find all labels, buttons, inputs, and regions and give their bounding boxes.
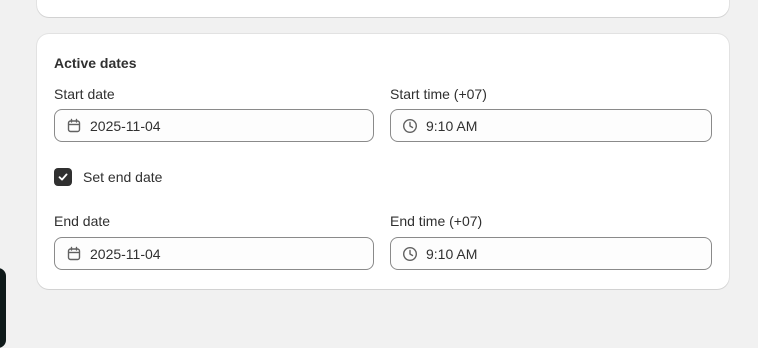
clock-icon bbox=[402, 118, 418, 134]
set-end-date-label[interactable]: Set end date bbox=[83, 169, 162, 185]
end-time-label: End time (+07) bbox=[390, 213, 483, 229]
checkmark-icon bbox=[58, 173, 68, 181]
start-time-field[interactable]: 9:10 AM bbox=[390, 109, 712, 142]
set-end-date-checkbox[interactable] bbox=[54, 168, 72, 186]
side-panel-edge bbox=[0, 268, 6, 348]
end-time-value: 9:10 AM bbox=[426, 246, 478, 262]
end-date-value: 2025-11-04 bbox=[90, 246, 161, 262]
clock-icon bbox=[402, 246, 418, 262]
start-date-field[interactable]: 2025-11-04 bbox=[54, 109, 374, 142]
calendar-icon bbox=[66, 246, 82, 262]
previous-card bbox=[37, 0, 729, 17]
start-date-value: 2025-11-04 bbox=[90, 118, 161, 134]
start-time-label: Start time (+07) bbox=[390, 86, 487, 102]
start-date-label: Start date bbox=[54, 86, 115, 102]
end-date-field[interactable]: 2025-11-04 bbox=[54, 237, 374, 270]
end-time-field[interactable]: 9:10 AM bbox=[390, 237, 712, 270]
active-dates-card: Active dates Start date 2025-11-04 Start… bbox=[37, 34, 729, 289]
card-title: Active dates bbox=[54, 55, 137, 71]
calendar-icon bbox=[66, 118, 82, 134]
end-date-label: End date bbox=[54, 213, 111, 229]
start-time-value: 9:10 AM bbox=[426, 118, 478, 134]
